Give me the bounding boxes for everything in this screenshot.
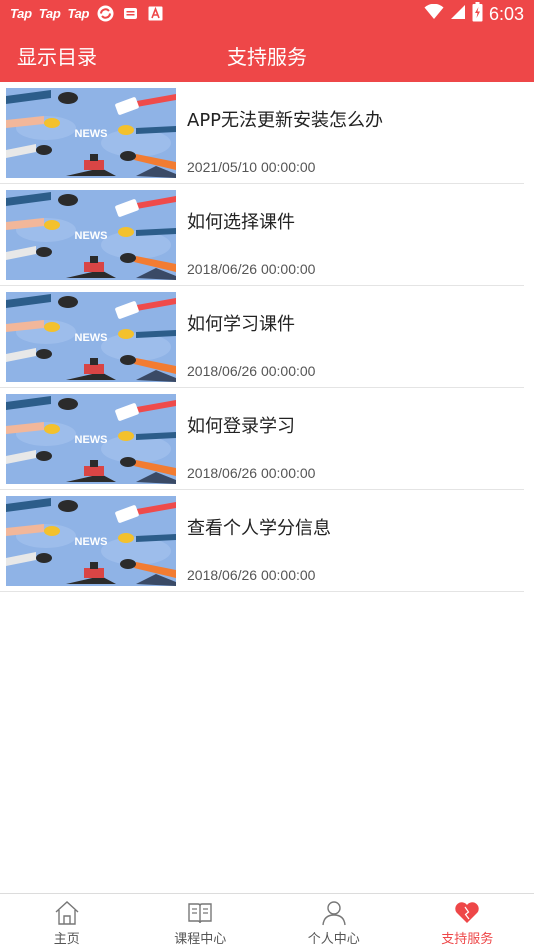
article-date: 2018/06/26 00:00:00	[187, 465, 316, 481]
status-bar: Tap Tap Tap 6:03	[0, 0, 534, 26]
news-label: NEWS	[75, 230, 108, 242]
wifi-icon	[424, 3, 444, 24]
list-item[interactable]: NEWS 查看个人学分信息 2018/06/26 00:00:00	[0, 490, 524, 592]
tab-personal-center[interactable]: 个人中心	[267, 894, 401, 950]
news-label: NEWS	[75, 434, 108, 446]
news-thumbnail: NEWS	[6, 292, 176, 382]
article-title: 如何学习课件	[187, 314, 295, 335]
news-thumbnail: NEWS	[6, 394, 176, 484]
article-date: 2018/06/26 00:00:00	[187, 261, 316, 277]
article-title: 如何选择课件	[187, 212, 295, 233]
person-icon	[320, 900, 348, 926]
tab-support-service[interactable]: 支持服务	[401, 894, 534, 950]
news-label: NEWS	[75, 536, 108, 548]
tab-course-center[interactable]: 课程中心	[134, 894, 268, 950]
article-date: 2018/06/26 00:00:00	[187, 363, 316, 379]
heart-icon	[453, 900, 481, 926]
home-icon	[53, 900, 81, 926]
page-title: 支持服务	[227, 45, 307, 69]
news-thumbnail: NEWS	[6, 190, 176, 280]
app-header: 显示目录 支持服务	[0, 26, 534, 82]
news-label: NEWS	[75, 128, 108, 140]
sync-icon	[96, 4, 114, 22]
tab-label: 支持服务	[441, 932, 494, 947]
article-title: 查看个人学分信息	[187, 518, 331, 539]
list-item[interactable]: NEWS APP无法更新安装怎么办 2021/05/10 00:00:00	[0, 82, 524, 184]
tab-label: 课程中心	[174, 932, 227, 947]
signal-icon	[450, 4, 466, 24]
battery-icon	[472, 2, 483, 26]
status-time: 6:03	[488, 3, 524, 24]
article-list: NEWS APP无法更新安装怎么办 2021/05/10 00:00:00 NE…	[0, 82, 524, 592]
message-icon	[121, 4, 139, 22]
status-app-label: Tap	[10, 5, 32, 21]
tab-label: 主页	[53, 932, 80, 947]
tab-home[interactable]: 主页	[0, 894, 134, 950]
list-item[interactable]: NEWS 如何登录学习 2018/06/26 00:00:00	[0, 388, 524, 490]
news-thumbnail: NEWS	[6, 496, 176, 586]
news-label: NEWS	[75, 332, 108, 344]
article-date: 2021/05/10 00:00:00	[187, 159, 316, 175]
bottom-nav: 主页 课程中心 个人中心 支持服务	[0, 893, 534, 950]
book-icon	[186, 900, 214, 926]
status-app-label: Tap	[67, 5, 90, 21]
status-app-label: Tap	[38, 5, 61, 21]
list-item[interactable]: NEWS 如何选择课件 2018/06/26 00:00:00	[0, 184, 524, 286]
list-item[interactable]: NEWS 如何学习课件 2018/06/26 00:00:00	[0, 286, 524, 388]
tab-label: 个人中心	[307, 932, 360, 947]
news-thumbnail: NEWS	[6, 88, 176, 178]
article-title: 如何登录学习	[187, 416, 295, 437]
article-date: 2018/06/26 00:00:00	[187, 567, 316, 583]
font-icon	[146, 4, 164, 22]
article-title: APP无法更新安装怎么办	[187, 110, 384, 131]
